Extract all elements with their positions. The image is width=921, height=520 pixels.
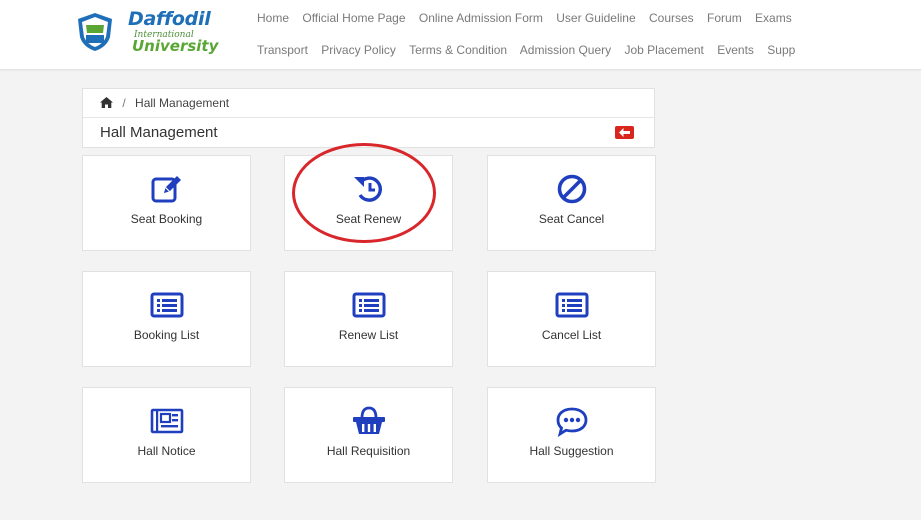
nav-link-exams[interactable]: Exams <box>755 11 792 25</box>
newspaper-icon <box>150 408 183 434</box>
edit-icon <box>151 176 181 203</box>
list-icon <box>150 292 183 318</box>
page-title: Hall Management <box>100 124 218 141</box>
cancel-list-tile[interactable]: Cancel List <box>487 271 656 367</box>
shield-logo-icon <box>78 13 112 51</box>
booking-list-tile[interactable]: Booking List <box>82 271 251 367</box>
tile-label: Hall Notice <box>137 444 196 458</box>
tile-label: Seat Booking <box>130 212 203 226</box>
nav-link-official-home[interactable]: Official Home Page <box>302 11 405 25</box>
nav-link-privacy-policy[interactable]: Privacy Policy <box>321 43 396 57</box>
nav-link-courses[interactable]: Courses <box>649 11 694 25</box>
breadcrumb-separator: / <box>122 96 126 110</box>
hall-management-panel: / Hall Management Hall Management <box>82 88 655 148</box>
seat-cancel-tile[interactable]: Seat Cancel <box>487 155 656 251</box>
tile-label: Cancel List <box>541 328 602 342</box>
nav-link-job-placement[interactable]: Job Placement <box>625 43 704 57</box>
site-header: Daffodil International University Home O… <box>0 0 921 70</box>
back-button[interactable] <box>615 126 634 139</box>
nav-row-primary: Home Official Home Page Online Admission… <box>257 11 802 25</box>
university-logo[interactable]: Daffodil International University <box>74 6 244 58</box>
hall-notice-tile[interactable]: Hall Notice <box>82 387 251 483</box>
logo-university: University <box>132 37 219 55</box>
nav-link-admission-query[interactable]: Admission Query <box>520 43 611 57</box>
breadcrumb: / Hall Management <box>83 89 654 118</box>
list-icon <box>555 292 588 318</box>
nav-link-forum[interactable]: Forum <box>707 11 742 25</box>
list-icon <box>352 292 385 318</box>
ban-icon <box>557 174 586 204</box>
tile-label: Seat Renew <box>335 212 402 226</box>
hall-requisition-tile[interactable]: Hall Requisition <box>284 387 453 483</box>
arrow-left-icon <box>619 128 630 137</box>
renew-list-tile[interactable]: Renew List <box>284 271 453 367</box>
tile-label: Renew List <box>338 328 399 342</box>
hall-suggestion-tile[interactable]: Hall Suggestion <box>487 387 656 483</box>
seat-renew-tile[interactable]: Seat Renew <box>284 155 453 251</box>
seat-booking-tile[interactable]: Seat Booking <box>82 155 251 251</box>
nav-link-events[interactable]: Events <box>717 43 754 57</box>
breadcrumb-current: Hall Management <box>135 96 230 110</box>
tile-label: Booking List <box>133 328 200 342</box>
nav-link-support[interactable]: Supp <box>767 43 795 57</box>
basket-icon <box>352 406 385 434</box>
nav-link-terms[interactable]: Terms & Condition <box>409 43 507 57</box>
tile-label: Hall Suggestion <box>529 444 614 458</box>
home-icon[interactable] <box>100 97 113 108</box>
nav-row-secondary: Transport Privacy Policy Terms & Conditi… <box>257 43 805 57</box>
nav-link-home[interactable]: Home <box>257 11 289 25</box>
nav-link-transport[interactable]: Transport <box>257 43 308 57</box>
nav-link-user-guideline[interactable]: User Guideline <box>556 11 635 25</box>
comment-dots-icon <box>556 407 587 437</box>
nav-link-online-admission[interactable]: Online Admission Form <box>419 11 543 25</box>
history-icon <box>353 176 382 202</box>
tile-label: Hall Requisition <box>326 444 411 458</box>
tile-label: Seat Cancel <box>538 212 605 226</box>
logo-name: Daffodil <box>128 8 211 30</box>
